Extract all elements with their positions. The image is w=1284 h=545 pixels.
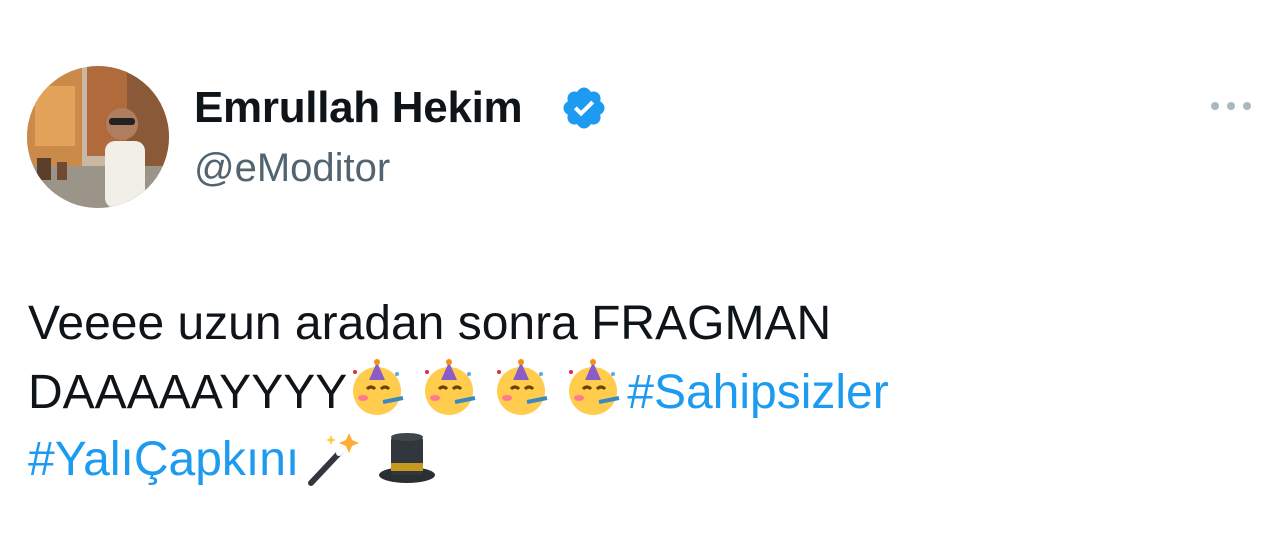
partying-face-icon [563,358,623,418]
hashtag-yalicapkini[interactable]: #YalıÇapkını [28,433,299,486]
partying-face-icon [491,358,551,418]
tweet-line-1: Veeee uzun aradan sonra FRAGMAN [28,297,832,350]
tweet-line-2-text: DAAAAAYYYY [28,366,348,419]
hashtag-sahipsizler[interactable]: #Sahipsizler [627,366,888,419]
magic-wand-icon [303,427,363,487]
more-horizontal-icon[interactable] [1207,96,1255,116]
verified-badge-icon [560,84,608,132]
tweet-line-3: #YalıÇapkını [28,426,1248,494]
top-hat-icon [377,427,437,487]
author-handle[interactable]: @eModitor [194,144,390,192]
tweet-line-2: DAAAAAYYYY #Sahipsizler [28,358,1248,426]
partying-face-icon [419,358,479,418]
tweet-text: Veeee uzun aradan sonra FRAGMAN DAAAAAYY… [28,290,1248,494]
avatar[interactable] [27,66,169,208]
avatar-photo [27,66,169,208]
tweet-card: Emrullah Hekim @eModitor Veeee uzun arad… [0,0,1284,545]
partying-face-icon [347,358,407,418]
author-display-name[interactable]: Emrullah Hekim [194,82,523,134]
